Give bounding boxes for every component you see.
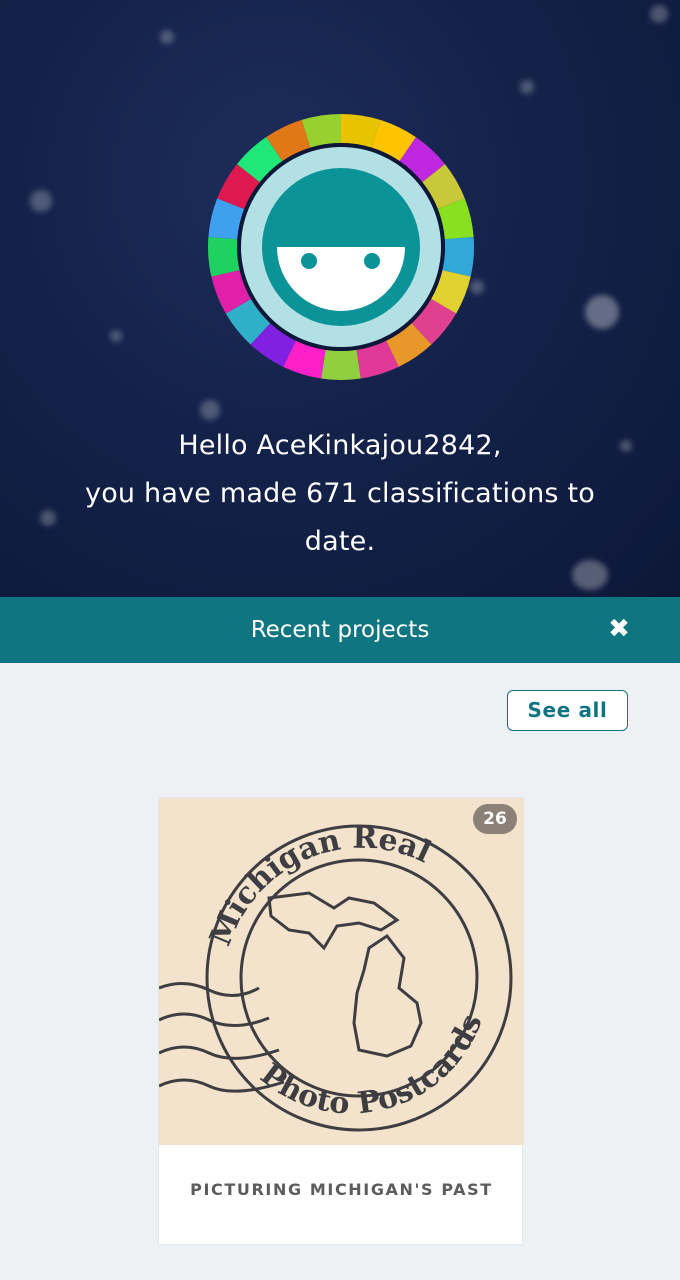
avatar-ring [208, 114, 474, 380]
greeting-line-3: date. [304, 526, 376, 557]
greeting-line-2: you have made 671 classifications to [85, 478, 595, 509]
avatar-ring-segment [208, 237, 240, 277]
recent-projects-title: Recent projects [250, 617, 430, 643]
close-icon[interactable]: ✖ [604, 616, 634, 642]
stamp-top-text: Michigan Real [203, 821, 436, 951]
postmark-stamp-image: Michigan Real Photo Postcards [159, 821, 513, 1132]
stamp-bottom-text: Photo Postcards [254, 1009, 490, 1121]
avatar-ring-segment [442, 237, 474, 277]
user-avatar [208, 114, 474, 380]
avatar-ring-segment [321, 349, 361, 380]
project-image: Michigan Real Photo Postcards 26 [159, 798, 524, 1145]
hero-banner: Hello AceKinkajou2842, you have made 671… [0, 0, 680, 597]
greeting-line-1: Hello AceKinkajou2842, [178, 430, 502, 461]
project-title: PICTURING MICHIGAN'S PAST [190, 1180, 493, 1199]
svg-text:Photo Postcards: Photo Postcards [254, 1009, 490, 1121]
project-card[interactable]: Michigan Real Photo Postcards 26 PICTURI… [158, 797, 524, 1245]
avatar-eye-left [301, 253, 317, 269]
classification-count-badge: 26 [473, 804, 517, 834]
avatar-eye-right [364, 253, 380, 269]
svg-text:Michigan Real: Michigan Real [203, 821, 436, 951]
greeting-text: Hello AceKinkajou2842, you have made 671… [40, 422, 640, 566]
recent-projects-header: Recent projects [0, 597, 680, 663]
see-all-button[interactable]: See all [507, 690, 628, 731]
